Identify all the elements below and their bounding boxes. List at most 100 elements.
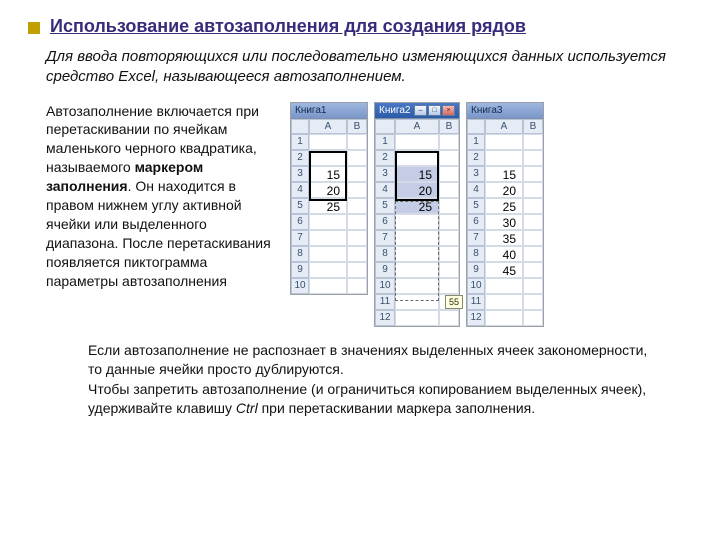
cell-a1 <box>485 134 523 150</box>
row-header: 7 <box>291 230 309 246</box>
cell-a3: 15 <box>395 166 439 182</box>
row-header: 9 <box>291 262 309 278</box>
cell-a9 <box>309 262 347 278</box>
cell-b12 <box>439 310 459 326</box>
cell-b5 <box>439 198 459 214</box>
minimize-icon[interactable]: – <box>414 105 427 116</box>
workbook-3-titlebar: Книга3 <box>467 103 543 119</box>
cell-a11 <box>485 294 523 310</box>
slide-title: Использование автозаполнения для создани… <box>50 16 526 37</box>
row-header: 10 <box>375 278 395 294</box>
cell-a2 <box>395 150 439 166</box>
cell-b9 <box>523 262 543 278</box>
cell-b1 <box>347 134 367 150</box>
row-header: 10 <box>291 278 309 294</box>
close-icon[interactable]: × <box>442 105 455 116</box>
row-header: 9 <box>467 262 485 278</box>
explanation-paragraph: Автозаполнение включается при перетаскив… <box>46 102 276 327</box>
row-header: 6 <box>291 214 309 230</box>
cell-b4 <box>523 182 543 198</box>
row-header: 5 <box>467 198 485 214</box>
row-header: 2 <box>467 150 485 166</box>
cell-a9: 45 <box>485 262 523 278</box>
col-header-a: A <box>395 119 439 134</box>
cell-b6 <box>523 214 543 230</box>
row-header: 9 <box>375 262 395 278</box>
cell-b7 <box>439 230 459 246</box>
bottom-line2-c: при перетаскивании маркера заполнения. <box>258 400 535 416</box>
row-header: 4 <box>375 182 395 198</box>
bottom-line1: Если автозаполнение не распознает в знач… <box>88 341 664 380</box>
slide-subtitle: Для ввода повторяющихся или последовател… <box>46 47 692 88</box>
cell-b1 <box>439 134 459 150</box>
cell-b8 <box>347 246 367 262</box>
cell-a6 <box>395 214 439 230</box>
window-buttons: – □ × <box>414 105 455 116</box>
cell-a4: 20 <box>395 182 439 198</box>
col-header-b: B <box>347 119 367 134</box>
cell-b11 <box>523 294 543 310</box>
row-header: 11 <box>467 294 485 310</box>
cell-b2 <box>439 150 459 166</box>
cell-a2 <box>309 150 347 166</box>
row-header: 1 <box>375 134 395 150</box>
cell-a1 <box>309 134 347 150</box>
col-header-a: A <box>309 119 347 134</box>
cell-b2 <box>347 150 367 166</box>
cell-a2 <box>485 150 523 166</box>
row-header: 6 <box>467 214 485 230</box>
cell-a10 <box>395 278 439 294</box>
cell-b5 <box>523 198 543 214</box>
title-bullet-icon <box>28 22 40 34</box>
row-header: 12 <box>467 310 485 326</box>
autofill-tooltip: 55 <box>445 295 463 309</box>
cell-a12 <box>485 310 523 326</box>
col-header-b: B <box>523 119 543 134</box>
cell-a4: 20 <box>309 182 347 198</box>
cell-a6: 30 <box>485 214 523 230</box>
cell-a5: 25 <box>395 198 439 214</box>
cell-b4 <box>439 182 459 198</box>
row-header: 5 <box>375 198 395 214</box>
cell-a8: 40 <box>485 246 523 262</box>
row-header: 7 <box>375 230 395 246</box>
cell-b1 <box>523 134 543 150</box>
col-header-a: A <box>485 119 523 134</box>
cell-a7: 35 <box>485 230 523 246</box>
cell-a10 <box>485 278 523 294</box>
row-header: 4 <box>291 182 309 198</box>
workbook-1-grid: A B 1 2 315 420 525 6 7 8 9 10 <box>291 119 367 294</box>
paragraph-part2: . Он находится в правом нижнем углу акти… <box>46 178 271 288</box>
cell-b7 <box>347 230 367 246</box>
cell-a3: 15 <box>485 166 523 182</box>
row-header: 12 <box>375 310 395 326</box>
cell-b10 <box>347 278 367 294</box>
cell-b8 <box>439 246 459 262</box>
grid-corner <box>291 119 309 134</box>
cell-b4 <box>347 182 367 198</box>
row-header: 5 <box>291 198 309 214</box>
col-header-b: B <box>439 119 459 134</box>
row-header: 11 <box>375 294 395 310</box>
workbook-1-titlebar: Книга1 <box>291 103 367 119</box>
cell-b3 <box>523 166 543 182</box>
row-header: 1 <box>291 134 309 150</box>
workbook-2-titlebar: Книга2 – □ × <box>375 103 459 119</box>
cell-b10 <box>523 278 543 294</box>
screenshots-group: Книга1 A B 1 2 315 420 525 6 7 8 9 10 <box>290 102 692 327</box>
workbook-1: Книга1 A B 1 2 315 420 525 6 7 8 9 10 <box>290 102 368 295</box>
row-header: 8 <box>291 246 309 262</box>
cell-b6 <box>439 214 459 230</box>
maximize-icon[interactable]: □ <box>428 105 441 116</box>
cell-a1 <box>395 134 439 150</box>
row-header: 8 <box>467 246 485 262</box>
cell-b6 <box>347 214 367 230</box>
cell-a8 <box>395 246 439 262</box>
row-header: 10 <box>467 278 485 294</box>
cell-b12 <box>523 310 543 326</box>
row-header: 2 <box>375 150 395 166</box>
bottom-paragraph: Если автозаполнение не распознает в знач… <box>88 341 664 419</box>
cell-b10 <box>439 278 459 294</box>
workbook-2: Книга2 – □ × A B 1 2 315 420 525 <box>374 102 460 327</box>
row-header: 7 <box>467 230 485 246</box>
